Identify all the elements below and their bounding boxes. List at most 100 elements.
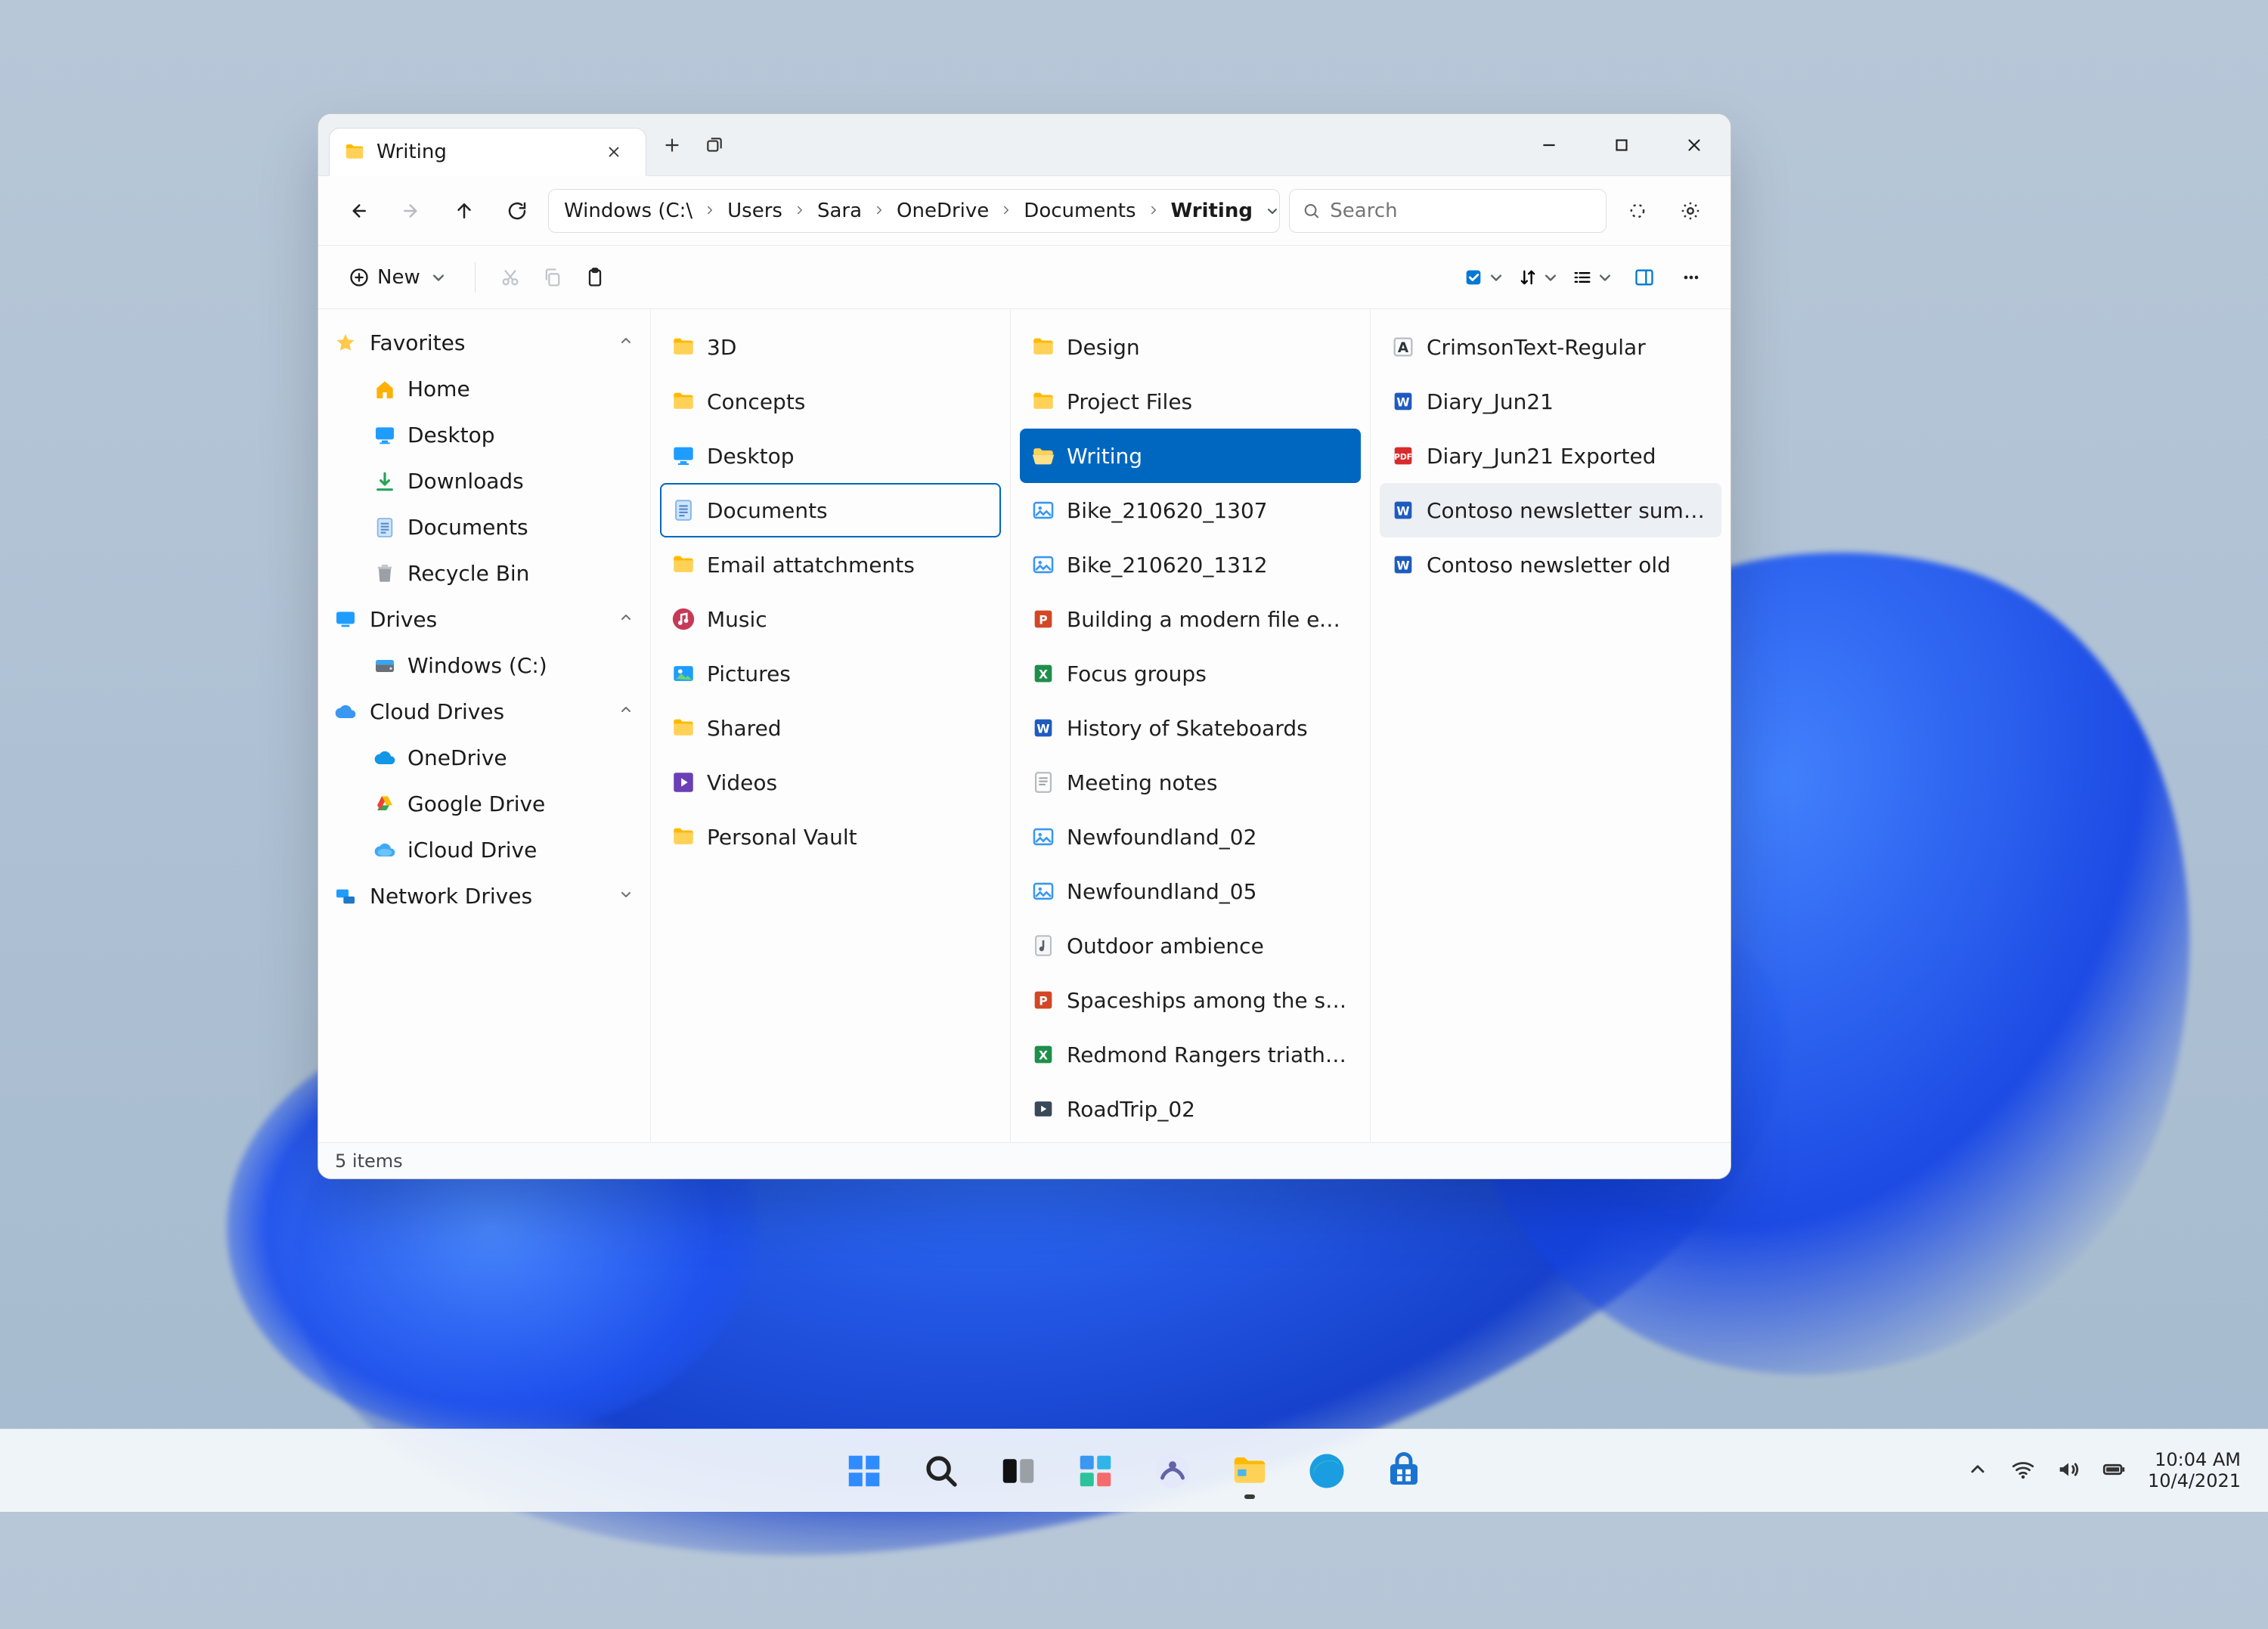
sidebar-item-onedrive[interactable]: OneDrive [318,735,650,781]
list-item[interactable]: Pictures [660,646,1001,701]
chevron-right-icon [872,200,886,222]
sidebar-item-windows-c-[interactable]: Windows (C:) [318,643,650,689]
edge-taskbar-button[interactable] [1294,1439,1359,1504]
breadcrumb[interactable]: Windows (C:\ Users Sara OneDrive Documents Wr… [548,189,1280,233]
wifi-icon[interactable] [2010,1457,2036,1485]
close-window-button[interactable] [1658,114,1730,175]
task-view-button[interactable] [986,1439,1051,1504]
list-item[interactable]: Videos [660,755,1001,810]
cut-button[interactable] [489,256,531,299]
list-item[interactable]: PSpaceships among the stars [1020,973,1361,1027]
sidebar-item-label: Home [407,376,470,401]
breadcrumb-segment[interactable]: Documents [1018,197,1142,225]
system-tray[interactable] [1965,1457,2127,1485]
list-item[interactable]: Outdoor ambience [1020,918,1361,973]
list-item[interactable]: Newfoundland_02 [1020,810,1361,864]
list-item[interactable]: WDiary_Jun21 [1380,374,1721,429]
sidebar-item-recycle-bin[interactable]: Recycle Bin [318,550,650,596]
svg-text:X: X [1039,667,1048,681]
list-item[interactable]: Music [660,592,1001,646]
view-mode-button[interactable] [1569,264,1619,291]
list-item[interactable]: XFocus groups [1020,646,1361,701]
list-item[interactable]: PBuilding a modern file explor… [1020,592,1361,646]
paste-button[interactable] [574,256,616,299]
search-input[interactable] [1330,200,1594,222]
list-item[interactable]: XRedmond Rangers triathalon [1020,1027,1361,1082]
sidebar-item-home[interactable]: Home [318,366,650,412]
copy-button[interactable] [531,256,574,299]
sidebar-item-downloads[interactable]: Downloads [318,458,650,504]
taskbar-clock[interactable]: 10:04 AM 10/4/2021 [2148,1450,2245,1491]
sidebar-section-favorites[interactable]: Favorites [318,320,650,366]
battery-icon[interactable] [2101,1457,2127,1485]
list-item[interactable]: Concepts [660,374,1001,429]
sidebar-item-icloud-drive[interactable]: iCloud Drive [318,827,650,873]
list-item[interactable]: Writing [1020,429,1361,483]
select-mode-button[interactable] [1460,264,1510,291]
store-taskbar-button[interactable] [1371,1439,1436,1504]
breadcrumb-segment[interactable]: Sara [811,197,868,225]
list-item[interactable]: Email attatchments [660,537,1001,592]
list-item[interactable]: Meeting notes [1020,755,1361,810]
new-button[interactable]: New [336,256,461,299]
details-pane-button[interactable] [1623,256,1665,299]
list-item[interactable]: WContoso newsletter summe… [1380,483,1721,537]
forward-button[interactable] [389,189,433,233]
list-item[interactable]: Documents [660,483,1001,537]
breadcrumb-segment[interactable]: Users [721,197,789,225]
list-item[interactable]: 3D [660,320,1001,374]
sidebar-section-network-drives[interactable]: Network Drives [318,873,650,919]
list-item[interactable]: PDFDiary_Jun21 Exported [1380,429,1721,483]
new-tab-button[interactable] [654,127,690,163]
teams-taskbar-button[interactable] [1140,1439,1205,1504]
list-item[interactable]: RoadTrip_02 [1020,1082,1361,1136]
folder-icon [343,141,366,163]
breadcrumb-dropdown-button[interactable] [1263,196,1281,226]
list-item[interactable]: Design [1020,320,1361,374]
sidebar-section-drives[interactable]: Drives [318,596,650,643]
widgets-button[interactable] [1063,1439,1128,1504]
search-taskbar-button[interactable] [909,1439,974,1504]
refresh-button[interactable] [495,189,539,233]
sidebar-section-cloud-drives[interactable]: Cloud Drives [318,689,650,735]
sort-button[interactable] [1514,264,1564,291]
list-item-label: Bike_210620_1312 [1067,553,1268,578]
volume-icon[interactable] [2056,1457,2081,1485]
up-button[interactable] [442,189,486,233]
back-button[interactable] [336,189,380,233]
list-item[interactable]: WContoso newsletter old [1380,537,1721,592]
taskbar[interactable]: 10:04 AM 10/4/2021 [0,1429,2268,1512]
search-box[interactable] [1289,189,1606,233]
titlebar[interactable]: Writing [318,114,1730,176]
list-item[interactable]: Project Files [1020,374,1361,429]
tab-writing[interactable]: Writing [329,128,646,176]
list-item[interactable]: Bike_210620_1312 [1020,537,1361,592]
home-icon [373,377,397,401]
minimize-button[interactable] [1513,114,1585,175]
tab-overview-button[interactable] [696,127,733,163]
sidebar-item-desktop[interactable]: Desktop [318,412,650,458]
close-tab-button[interactable] [596,134,632,170]
settings-button[interactable] [1668,189,1712,233]
file-explorer-taskbar-button[interactable] [1217,1439,1282,1504]
list-item[interactable]: Desktop [660,429,1001,483]
start-button[interactable] [832,1439,897,1504]
breadcrumb-segment[interactable]: OneDrive [891,197,995,225]
breadcrumb-segment[interactable]: Writing [1165,197,1259,225]
list-item-label: CrimsonText-Regular [1427,335,1646,360]
list-item[interactable]: Bike_210620_1307 [1020,483,1361,537]
list-item[interactable]: Personal Vault [660,810,1001,864]
sidebar-item-google-drive[interactable]: Google Drive [318,781,650,827]
list-item[interactable]: WHistory of Skateboards [1020,701,1361,755]
maximize-button[interactable] [1585,114,1658,175]
breadcrumb-segment[interactable]: Windows (C:\ [558,197,699,225]
list-item[interactable]: Newfoundland_05 [1020,864,1361,918]
sidebar-item-documents[interactable]: Documents [318,504,650,550]
list-item-label: Redmond Rangers triathalon [1067,1042,1350,1067]
more-button[interactable] [1670,256,1712,299]
list-item[interactable]: Shared [660,701,1001,755]
list-item[interactable]: ACrimsonText-Regular [1380,320,1721,374]
tray-show-hidden-icon[interactable] [1965,1457,1991,1485]
word-icon: W [1390,497,1416,523]
sync-button[interactable] [1616,189,1659,233]
